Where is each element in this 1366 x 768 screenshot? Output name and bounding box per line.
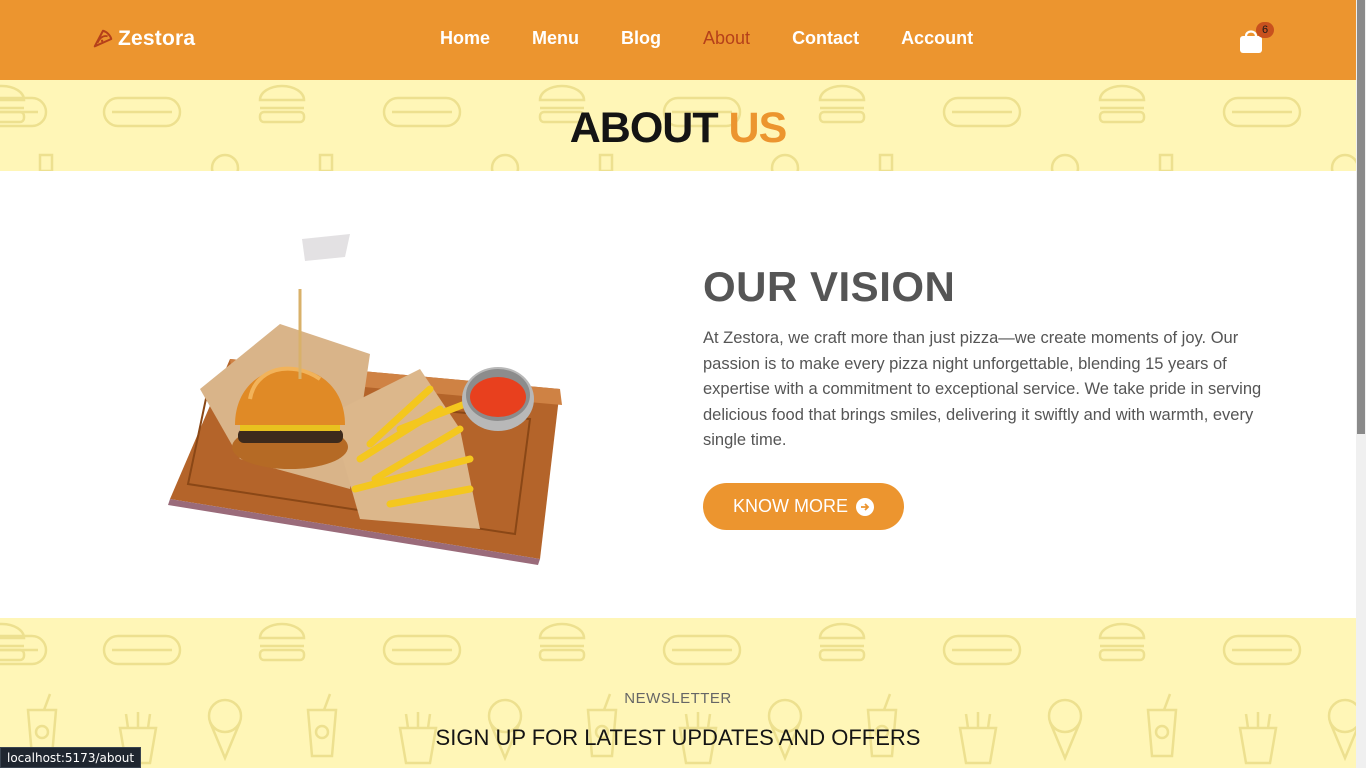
page-title-banner: ABOUT US xyxy=(0,80,1356,171)
page-title-part2: US xyxy=(728,104,788,152)
nav-home[interactable]: Home xyxy=(440,28,490,49)
newsletter-heading: SIGN UP FOR LATEST UPDATES AND OFFERS xyxy=(435,725,921,750)
nav-blog[interactable]: Blog xyxy=(621,28,661,49)
know-more-button[interactable]: KNOW MORE xyxy=(703,483,904,530)
page-title-part1: ABOUT xyxy=(569,104,719,152)
nav-about[interactable]: About xyxy=(703,28,750,49)
nav-menu[interactable]: Menu xyxy=(532,28,579,49)
cart-count-badge: 6 xyxy=(1256,22,1274,38)
cart-button[interactable]: 6 xyxy=(1238,22,1278,56)
main-nav: Home Menu Blog About Contact Account xyxy=(440,28,1015,49)
vision-heading: OUR VISION xyxy=(703,263,956,310)
status-bar-url: localhost:5173/about xyxy=(0,747,142,768)
burger-fries-image xyxy=(168,234,562,565)
vision-description: At Zestora, we craft more than just pizz… xyxy=(703,329,1262,449)
nav-contact[interactable]: Contact xyxy=(792,28,859,49)
newsletter-label: NEWSLETTER xyxy=(624,690,732,707)
page-scrollbar[interactable] xyxy=(1356,0,1366,768)
know-more-label: KNOW MORE xyxy=(733,496,848,516)
nav-account[interactable]: Account xyxy=(901,28,973,49)
arrow-right-circle-icon xyxy=(856,497,874,516)
newsletter-section: NEWSLETTER SIGN UP FOR LATEST UPDATES AN… xyxy=(0,618,1356,768)
vision-section: OUR VISION At Zestora, we craft more tha… xyxy=(0,171,1356,618)
page-title: ABOUT US xyxy=(0,104,1356,153)
brand-name: Zestora xyxy=(118,27,196,50)
pizza-slice-icon xyxy=(93,29,113,48)
site-header: Zestora Home Menu Blog About Contact Acc… xyxy=(0,0,1356,80)
brand-logo[interactable]: Zestora xyxy=(92,27,195,51)
scrollbar-thumb[interactable] xyxy=(1357,0,1365,434)
